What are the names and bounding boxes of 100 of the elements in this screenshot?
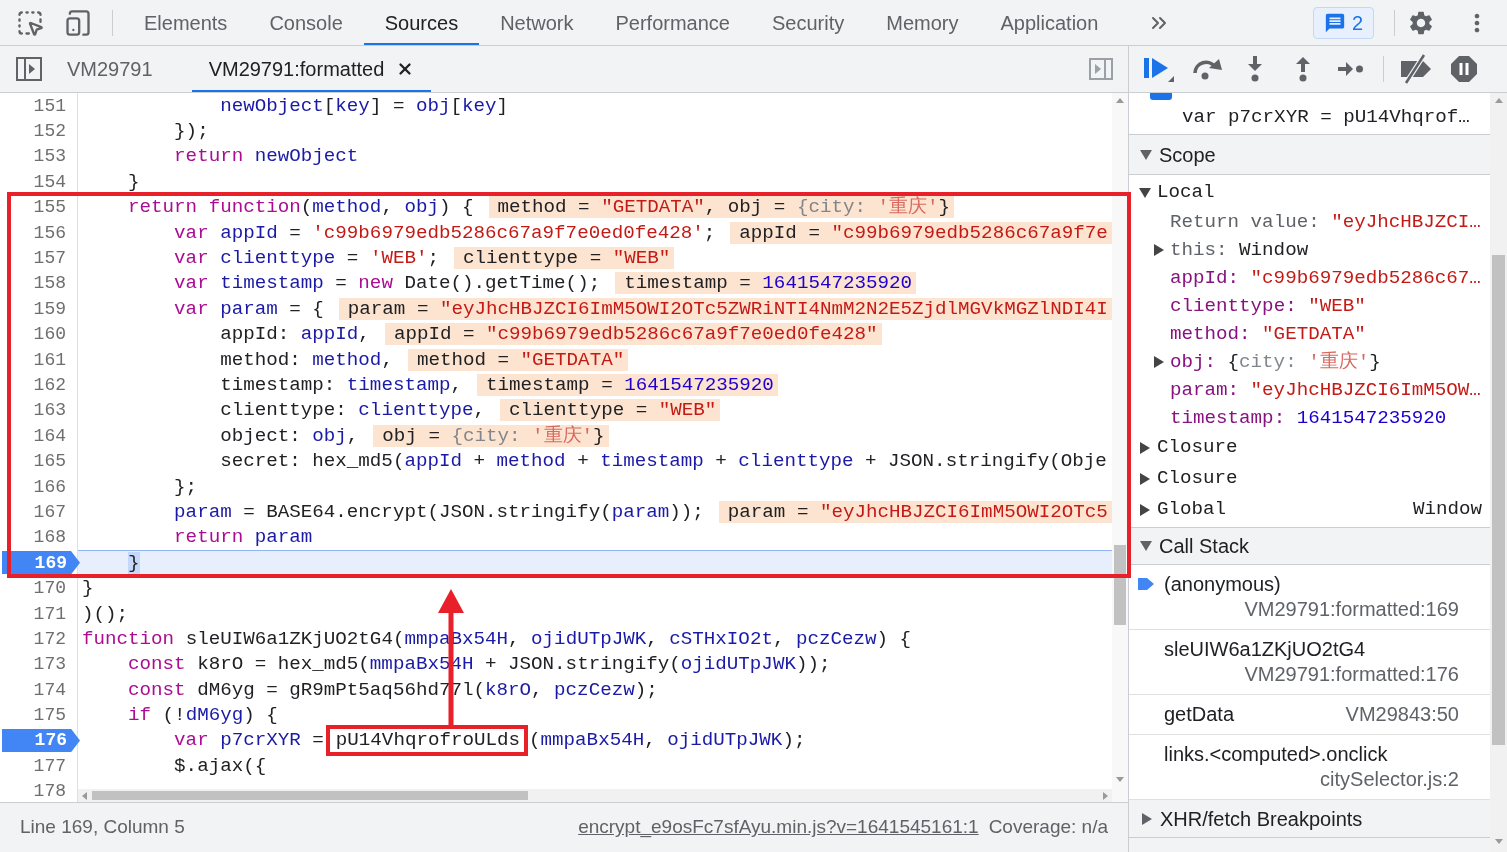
file-tab[interactable]: VM29791 — [50, 46, 170, 92]
scope-variable[interactable]: obj: {city: '重庆'} — [1170, 347, 1381, 377]
frame-location[interactable]: VM29791:formatted:176 — [1244, 662, 1459, 687]
line-number[interactable]: 162 — [33, 376, 66, 394]
line-number[interactable]: 168 — [33, 528, 66, 547]
line-number[interactable]: 177 — [33, 756, 66, 775]
code-line: var clienttype = 'WEB'; — [174, 248, 439, 269]
line-number[interactable]: 164 — [33, 426, 66, 445]
panel-tab[interactable]: Application — [979, 0, 1120, 45]
inline-value: method = "GETDATA" — [407, 348, 629, 371]
issues-button[interactable]: 2 — [1312, 6, 1374, 39]
line-number[interactable]: 163 — [33, 401, 66, 420]
scope-name[interactable]: Local — [1157, 178, 1215, 207]
checkbox[interactable] — [1150, 93, 1172, 100]
panel-tab[interactable]: Memory — [865, 0, 980, 45]
section-header[interactable]: Call Stack — [1129, 527, 1490, 565]
scrollbar-thumb[interactable] — [1114, 545, 1126, 625]
caret-right-icon[interactable] — [1154, 356, 1164, 368]
section-header[interactable]: XHR/fetch Breakpoints — [1129, 800, 1490, 838]
line-number[interactable]: 158 — [33, 274, 66, 293]
line-number[interactable]: 161 — [33, 350, 66, 369]
file-tab[interactable]: VM29791:formatted — [191, 46, 432, 92]
line-number[interactable]: 175 — [33, 706, 66, 725]
line-number[interactable]: 153 — [33, 147, 66, 166]
panel-tab[interactable]: Elements — [123, 0, 249, 45]
scope-variable[interactable]: appId: "c99b6979edb5286c67… — [1170, 263, 1481, 293]
pause-octagon-icon[interactable] — [1451, 56, 1477, 82]
horizontal-scrollbar[interactable] — [78, 789, 1112, 802]
curved-arrow-icon[interactable] — [1192, 58, 1222, 80]
code-line: var param = { — [174, 298, 324, 319]
line-number[interactable]: 160 — [33, 325, 66, 344]
line-number[interactable]: 152 — [33, 122, 66, 141]
line-number[interactable]: 165 — [33, 452, 66, 471]
line-number[interactable]: 154 — [33, 172, 66, 191]
arrow-down-dot-icon[interactable] — [1246, 56, 1264, 82]
code-line: return function(method, obj) { — [128, 197, 474, 218]
caret-down-icon[interactable] — [1139, 187, 1151, 198]
line-number[interactable]: 159 — [33, 299, 66, 318]
caret-down-icon[interactable] — [1140, 541, 1152, 551]
scope-name[interactable]: Global — [1157, 495, 1227, 524]
scope-variable[interactable]: Return value: "eyJhcHBJZCI… — [1170, 207, 1481, 237]
inspect-icon[interactable] — [16, 8, 44, 37]
arrow-right-dot-icon[interactable] — [1338, 62, 1364, 76]
line-number[interactable]: 176 — [2, 728, 80, 753]
line-number[interactable]: 157 — [33, 249, 66, 268]
line-number[interactable]: 167 — [33, 502, 66, 521]
line-number[interactable]: 169 — [2, 551, 80, 575]
sidebar-panel-icon[interactable] — [16, 57, 42, 81]
line-number[interactable]: 174 — [33, 680, 66, 699]
device-icon[interactable] — [64, 8, 92, 37]
scrollbar-thumb[interactable] — [92, 791, 528, 800]
frame-function[interactable]: getData — [1164, 702, 1235, 727]
line-number[interactable]: 166 — [33, 477, 66, 496]
play-bar-icon[interactable] — [1144, 56, 1174, 82]
caret-down-icon[interactable] — [1140, 149, 1152, 160]
scope-variable[interactable]: method: "GETDATA" — [1170, 319, 1366, 349]
panel-tab[interactable]: Performance — [594, 0, 751, 45]
scope-value: Window — [1412, 497, 1482, 523]
line-number[interactable]: 172 — [33, 629, 66, 648]
scope-variable[interactable]: clienttype: "WEB" — [1170, 291, 1366, 321]
caret-up-icon[interactable] — [1116, 98, 1124, 103]
panel-tab[interactable]: Network — [479, 0, 595, 45]
frame-location[interactable]: VM29791:formatted:169 — [1244, 597, 1459, 622]
source-link[interactable]: encrypt_e9osFc7sfAyu.min.js?v=1641545161:1 — [578, 813, 979, 842]
vertical-scrollbar[interactable] — [1112, 93, 1128, 802]
scope-variable[interactable]: timestamp: 1641547235920 — [1170, 403, 1447, 433]
arrow-up-dot-icon[interactable] — [1294, 56, 1312, 82]
scope-name[interactable]: Closure — [1157, 433, 1238, 462]
frame-function[interactable]: links.<computed>.onclick — [1164, 742, 1388, 767]
caret-right-icon[interactable] — [1142, 812, 1152, 825]
slashed-tag-icon[interactable] — [1399, 54, 1433, 84]
caret-right-icon[interactable] — [1154, 244, 1164, 256]
panel-tab[interactable]: Security — [751, 0, 866, 45]
line-number[interactable]: 155 — [33, 198, 66, 217]
caret-right-icon[interactable] — [1140, 472, 1150, 485]
frame-location[interactable]: VM29843:50 — [1345, 702, 1459, 727]
frame-function[interactable]: (anonymous) — [1164, 572, 1281, 597]
line-number[interactable]: 170 — [33, 579, 66, 598]
section-header[interactable]: Scope — [1129, 135, 1490, 175]
caret-right-icon[interactable] — [1140, 503, 1150, 516]
inline-value: appId = "c99b6979edb5286c67a9f7e0ed0fe428" — [384, 323, 882, 346]
panel-tab[interactable]: Console — [248, 0, 364, 45]
code-line: }; — [174, 476, 198, 497]
section-title: Call Stack — [1159, 534, 1250, 559]
code-line: return newObject — [174, 146, 359, 167]
frame-function[interactable]: sleUIW6a1ZKjUO2tG4 — [1164, 637, 1366, 662]
line-number[interactable]: 171 — [33, 604, 66, 623]
scope-variable[interactable]: this: Window — [1170, 235, 1309, 265]
line-number[interactable]: 178 — [33, 782, 66, 801]
code-line: clienttype: clienttype, — [220, 400, 486, 421]
line-number[interactable]: 156 — [33, 223, 66, 242]
vertical-scrollbar[interactable] — [1490, 93, 1507, 852]
code-line: return param — [174, 527, 313, 548]
line-number[interactable]: 173 — [33, 655, 66, 674]
scope-name[interactable]: Closure — [1157, 464, 1238, 493]
scope-variable[interactable]: param: "eyJhcHBJZCI6ImM5OW… — [1170, 375, 1481, 405]
frame-location[interactable]: citySelector.js:2 — [1320, 767, 1459, 792]
line-number[interactable]: 151 — [33, 96, 66, 115]
caret-right-icon[interactable] — [1140, 441, 1150, 454]
scrollbar-thumb[interactable] — [1492, 255, 1505, 745]
